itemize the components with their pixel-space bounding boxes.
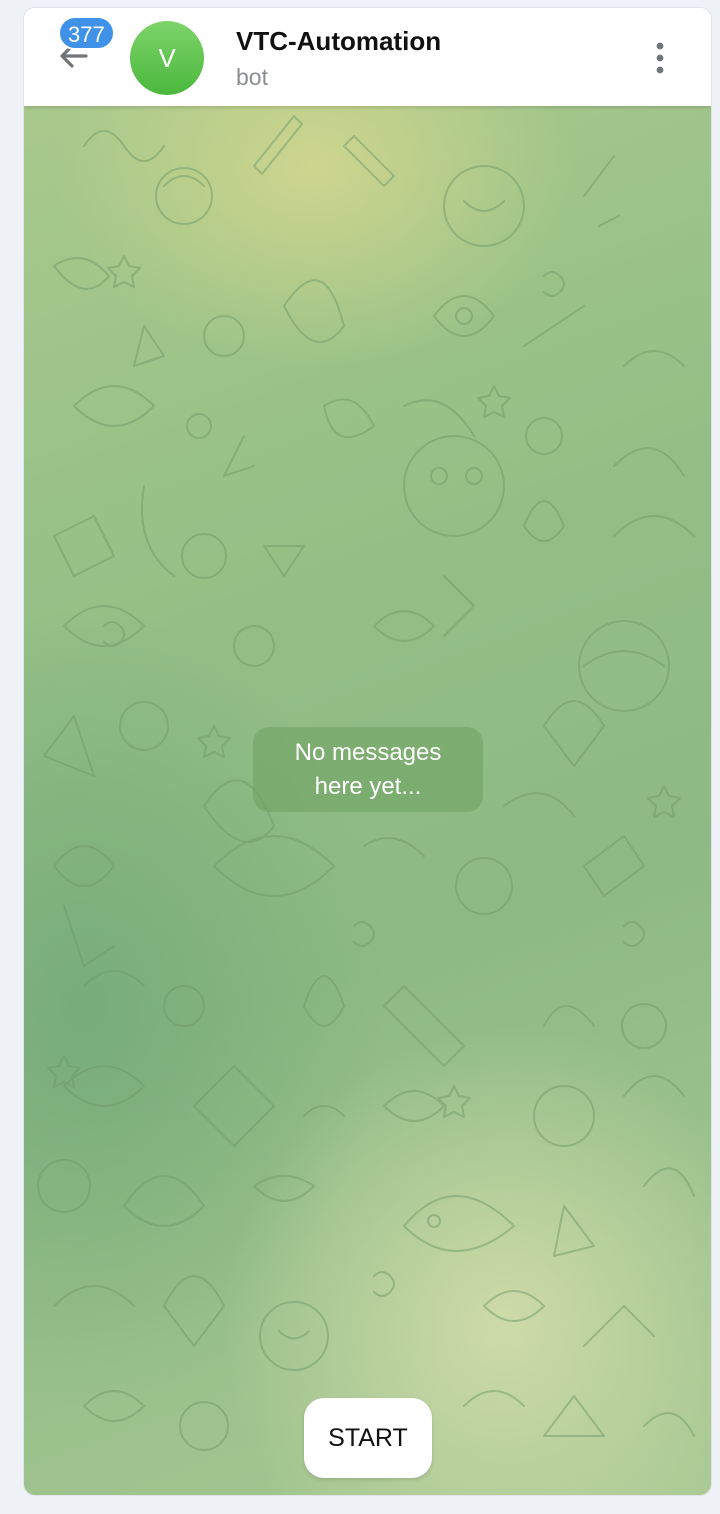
chat-title[interactable]: VTC-Automation — [236, 26, 441, 57]
more-options-button[interactable] — [646, 38, 674, 78]
empty-chat-text: No messages here yet... — [294, 738, 442, 800]
chat-background: No messages here yet... START — [24, 106, 711, 1495]
avatar[interactable]: V — [130, 21, 204, 95]
more-vertical-icon — [656, 42, 664, 74]
chat-window: 377 V VTC-Automation bot No messages her… — [23, 7, 712, 1496]
unread-count-badge: 377 — [58, 16, 115, 50]
start-button[interactable]: START — [304, 1398, 432, 1478]
chat-subtitle: bot — [236, 64, 268, 90]
chat-header: 377 V VTC-Automation bot — [24, 8, 711, 106]
empty-chat-message: No messages here yet... — [253, 727, 483, 812]
